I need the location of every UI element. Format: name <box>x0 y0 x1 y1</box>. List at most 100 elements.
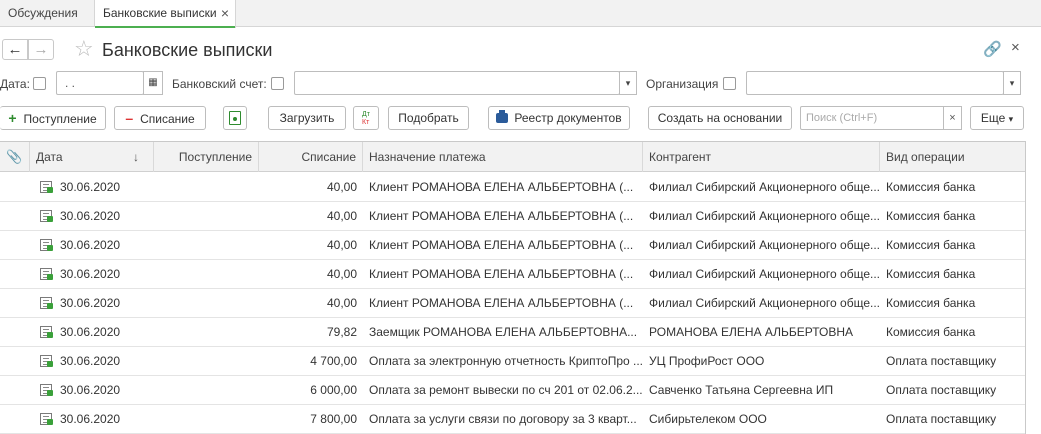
more-chevron-icon: ▾ <box>1008 114 1014 124</box>
cell-counterparty: Филиал Сибирский Акционерного обще... <box>649 296 880 310</box>
statements-table: 📎 Дата ↓ Поступление Списание Назначение… <box>0 141 1026 434</box>
back-button[interactable]: ← <box>2 39 28 60</box>
bank-account-label: Банковский счет: <box>172 77 267 91</box>
column-header-purpose[interactable]: Назначение платежа <box>363 142 643 172</box>
cell-purpose: Оплата за услуги связи по договору за 3 … <box>369 412 637 426</box>
close-form-icon[interactable]: × <box>1011 39 1020 56</box>
calendar-icon[interactable]: ▦ <box>143 71 163 95</box>
cell-date: 30.06.2020 <box>60 296 121 310</box>
bank-account-dropdown-icon[interactable]: ▾ <box>619 71 637 95</box>
cell-writeoff: 79,82 <box>326 325 357 339</box>
table-row[interactable]: 30.06.2020 40,00 Клиент РОМАНОВА ЕЛЕНА АЛЬ… <box>0 260 1025 289</box>
bank-document-icon <box>40 355 53 367</box>
table-row[interactable]: 30.06.2020 40,00 Клиент РОМАНОВА ЕЛЕНА АЛЬ… <box>0 202 1025 231</box>
writeoff-button[interactable]: – Списание <box>114 106 206 130</box>
column-header-counterparty[interactable]: Контрагент <box>643 142 880 172</box>
cell-writeoff: 40,00 <box>326 209 357 223</box>
organization-field[interactable] <box>746 71 1004 95</box>
date-field[interactable]: . . <box>56 71 144 95</box>
table-row[interactable]: 30.06.2020 4 700,00 Оплата за электронную … <box>0 347 1025 376</box>
page-title: Банковские выписки <box>102 40 273 60</box>
cell-operation: Оплата поставщику <box>886 412 997 426</box>
tab-bank-statements[interactable]: Банковские выписки × <box>95 0 236 28</box>
registry-button-label: Реестр документов <box>514 111 622 125</box>
cell-date: 30.06.2020 <box>60 325 121 339</box>
cell-counterparty: Сибирьтелеком ООО <box>649 412 767 426</box>
table-row[interactable]: 30.06.2020 6 000,00 Оплата за ремонт вывес… <box>0 376 1025 405</box>
more-button[interactable]: Еще ▾ <box>970 106 1024 130</box>
link-icon[interactable]: 🔗 <box>983 40 1002 58</box>
organization-checkbox[interactable] <box>723 77 736 90</box>
select-button[interactable]: Подобрать <box>388 106 469 130</box>
bank-account-checkbox[interactable] <box>271 77 284 90</box>
cell-writeoff: 40,00 <box>326 267 357 281</box>
writeoff-button-label: Списание <box>140 112 195 126</box>
search-clear-icon[interactable]: × <box>943 106 962 130</box>
cell-purpose: Клиент РОМАНОВА ЕЛЕНА АЛЬБЕРТОВНА (... <box>369 209 634 223</box>
cell-receipt <box>154 347 259 375</box>
table-row[interactable]: 30.06.2020 40,00 Клиент РОМАНОВА ЕЛЕНА АЛЬ… <box>0 289 1025 318</box>
tab-discussions-label: Обсуждения <box>8 6 78 20</box>
cell-receipt <box>154 376 259 404</box>
create-based-button[interactable]: Создать на основании <box>648 106 792 130</box>
cell-operation: Комиссия банка <box>886 325 976 339</box>
bank-document-icon <box>40 413 53 425</box>
cell-writeoff: 7 800,00 <box>310 412 357 426</box>
date-checkbox[interactable] <box>33 77 46 90</box>
table-row[interactable]: 30.06.2020 79,82 Заемщик РОМАНОВА ЕЛЕНА АЛ… <box>0 318 1025 347</box>
date-label: Дата: <box>0 77 30 91</box>
cell-operation: Оплата поставщику <box>886 354 997 368</box>
cell-counterparty: Филиал Сибирский Акционерного обще... <box>649 209 880 223</box>
cell-receipt <box>154 405 259 433</box>
bank-document-icon <box>40 210 53 222</box>
table-row[interactable]: 30.06.2020 7 800,00 Оплата за услуги связи… <box>0 405 1025 434</box>
column-header-date[interactable]: Дата ↓ <box>30 142 154 172</box>
more-button-label: Еще <box>980 111 1006 125</box>
cell-receipt <box>154 173 259 201</box>
column-header-date-label: Дата <box>36 150 63 164</box>
cell-receipt <box>154 318 259 346</box>
table-row[interactable]: 30.06.2020 40,00 Клиент РОМАНОВА ЕЛЕНА АЛЬ… <box>0 173 1025 202</box>
column-header-receipt[interactable]: Поступление <box>154 142 259 172</box>
cell-receipt <box>154 202 259 230</box>
sort-down-icon: ↓ <box>133 150 139 164</box>
cell-purpose: Заемщик РОМАНОВА ЕЛЕНА АЛЬБЕРТОВНА... <box>369 325 638 339</box>
dt-kt-button[interactable]: Дт Кт <box>353 106 379 130</box>
cell-purpose: Оплата за электронную отчетность КриптоП… <box>369 354 643 368</box>
table-row[interactable]: 30.06.2020 40,00 Клиент РОМАНОВА ЕЛЕНА АЛЬ… <box>0 231 1025 260</box>
minus-icon: – <box>125 110 134 126</box>
cell-purpose: Клиент РОМАНОВА ЕЛЕНА АЛЬБЕРТОВНА (... <box>369 296 634 310</box>
cell-operation: Комиссия банка <box>886 267 976 281</box>
tab-discussions[interactable]: Обсуждения <box>0 0 95 27</box>
attachment-column-header[interactable]: 📎 <box>0 142 30 172</box>
document-copy-icon <box>229 110 241 125</box>
cell-operation: Оплата поставщику <box>886 383 997 397</box>
forward-button[interactable]: → <box>28 39 54 60</box>
cell-date: 30.06.2020 <box>60 267 121 281</box>
table-header: 📎 Дата ↓ Поступление Списание Назначение… <box>0 142 1025 172</box>
cell-counterparty: УЦ ПрофиРост ООО <box>649 354 765 368</box>
load-button[interactable]: Загрузить <box>268 106 346 130</box>
cell-writeoff: 6 000,00 <box>310 383 357 397</box>
search-input[interactable]: Поиск (Ctrl+F) <box>800 106 944 130</box>
organization-dropdown-icon[interactable]: ▾ <box>1003 71 1021 95</box>
copy-document-button[interactable] <box>223 106 247 130</box>
cell-purpose: Оплата за ремонт вывески по сч 201 от 02… <box>369 383 643 397</box>
cell-date: 30.06.2020 <box>60 180 121 194</box>
cell-operation: Комиссия банка <box>886 238 976 252</box>
receipt-button[interactable]: + Поступление <box>0 106 106 130</box>
cell-writeoff: 40,00 <box>326 238 357 252</box>
registry-button[interactable]: Реестр документов <box>488 106 630 130</box>
cell-date: 30.06.2020 <box>60 209 121 223</box>
tab-close-icon[interactable]: × <box>221 0 229 27</box>
cell-date: 30.06.2020 <box>60 354 121 368</box>
bank-account-field[interactable] <box>294 71 620 95</box>
favorite-star-icon[interactable]: ☆ <box>74 36 94 62</box>
column-header-operation[interactable]: Вид операции <box>880 142 1025 172</box>
vertical-scrollbar[interactable] <box>1028 141 1041 434</box>
column-header-writeoff[interactable]: Списание <box>259 142 363 172</box>
cell-counterparty: Филиал Сибирский Акционерного обще... <box>649 238 880 252</box>
cell-date: 30.06.2020 <box>60 412 121 426</box>
bank-document-icon <box>40 384 53 396</box>
dt-kt-icon: Дт Кт <box>362 110 370 126</box>
